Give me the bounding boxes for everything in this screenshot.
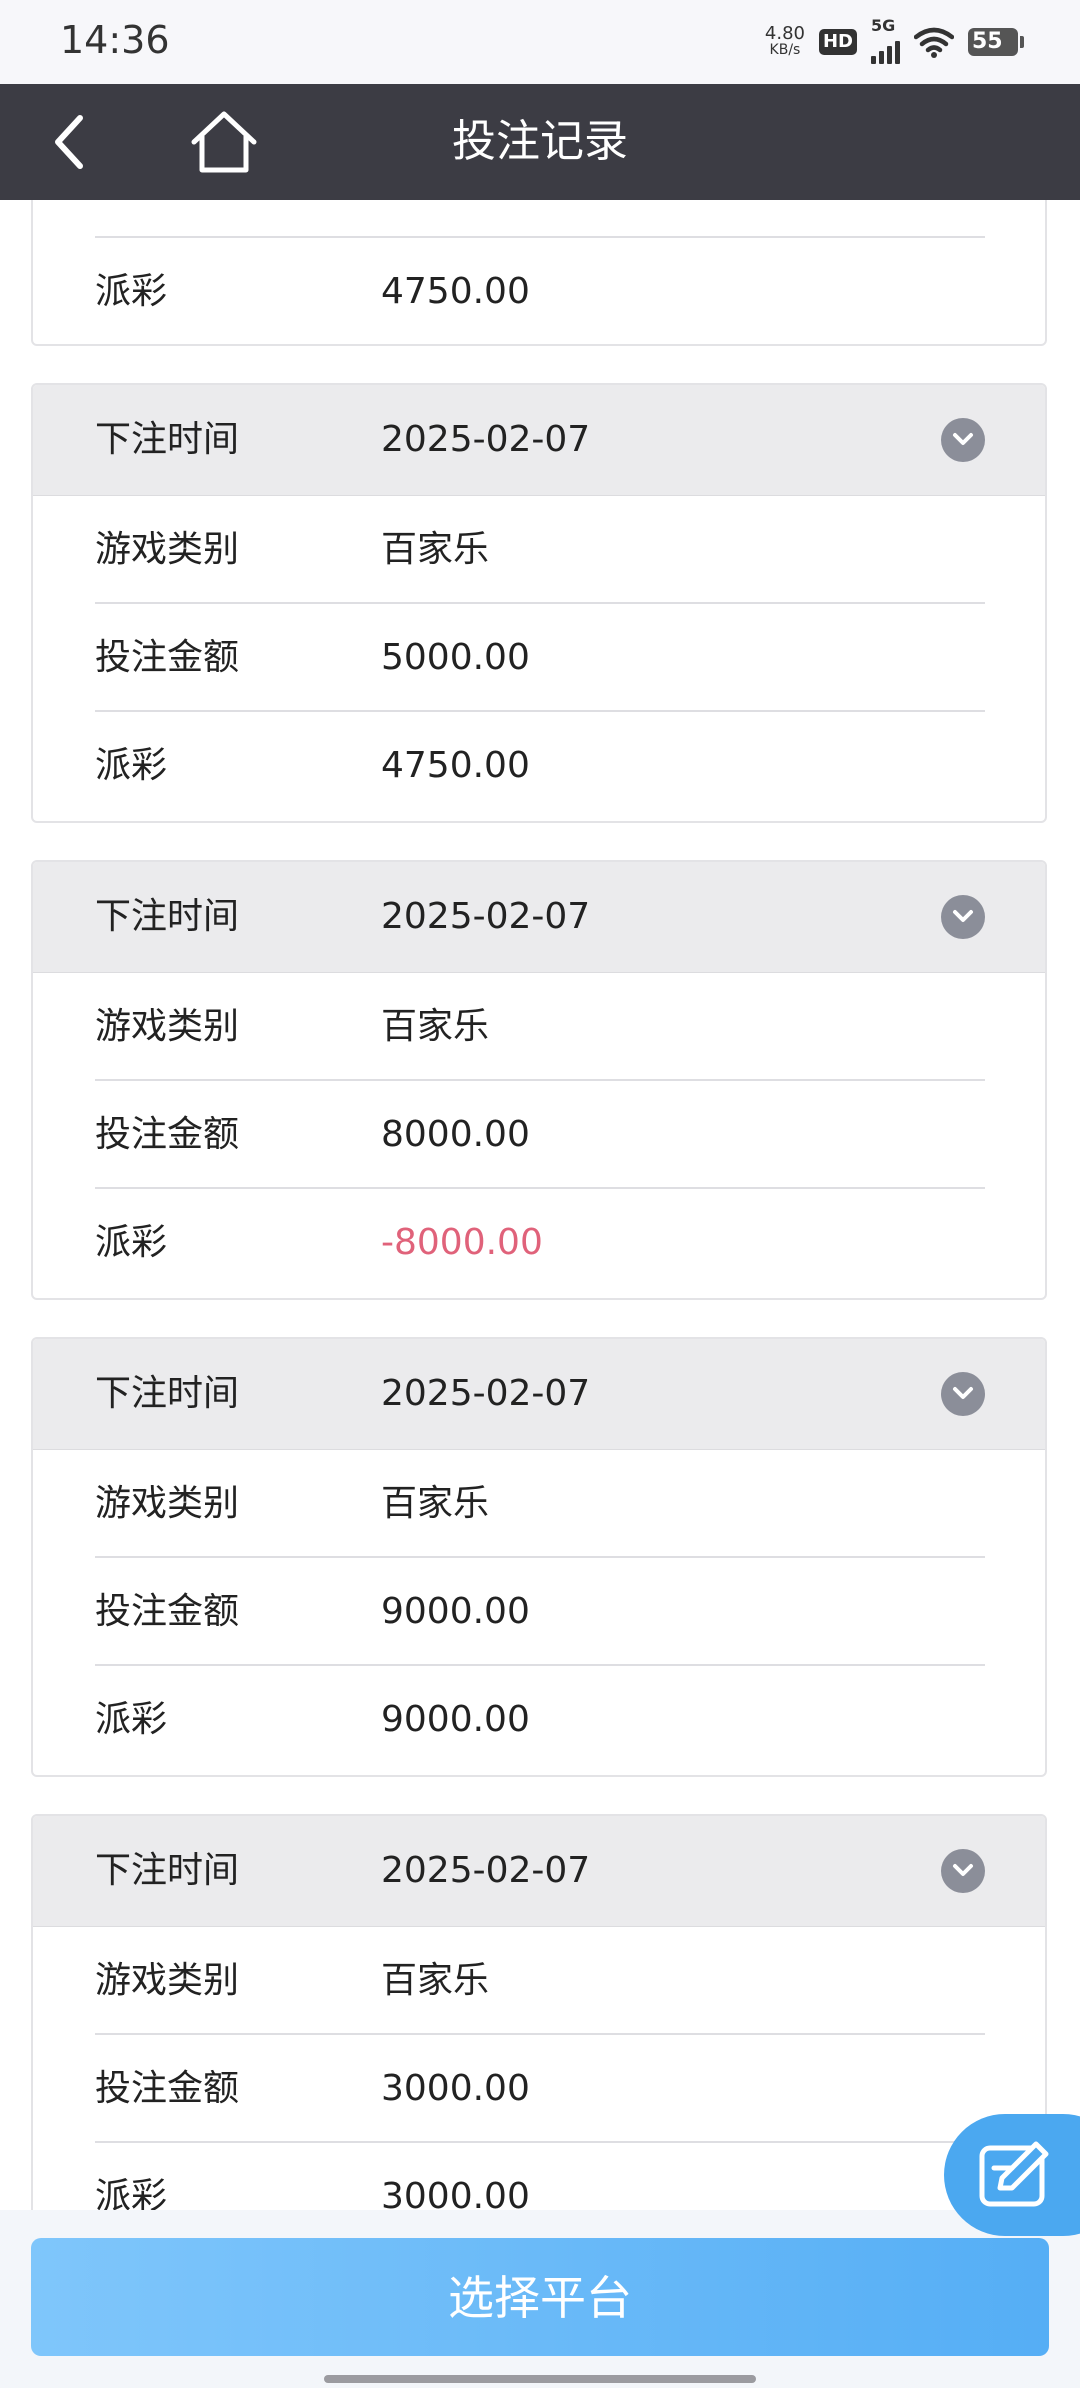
- record-row-payout: 派彩 4750.00: [33, 712, 1045, 820]
- bet-amount-label: 投注金额: [95, 1591, 240, 1632]
- bet-time-value: 2025-02-07: [381, 896, 591, 937]
- edit-icon: [979, 2141, 1049, 2207]
- select-platform-button[interactable]: 选择平台: [31, 2238, 1049, 2356]
- payout-value: 3000.00: [381, 2176, 530, 2210]
- bet-time-label: 下注时间: [95, 419, 240, 460]
- bet-amount-label: 投注金额: [95, 637, 240, 678]
- bet-time-value: 2025-02-07: [381, 1850, 591, 1891]
- record-row-amount: 投注金额 5000.00: [33, 604, 1045, 712]
- back-button[interactable]: [44, 112, 104, 172]
- game-type-label: 游戏类别: [95, 1006, 240, 1047]
- bet-amount-value: 3000.00: [381, 2068, 530, 2109]
- record-row-game: 游戏类别 百家乐: [33, 1927, 1045, 2035]
- bet-amount-value: 9000.00: [381, 1591, 530, 1632]
- record-card-header[interactable]: 下注时间 2025-02-07: [33, 862, 1045, 973]
- payout-value-negative: -8000.00: [381, 1222, 543, 1263]
- bet-time-label: 下注时间: [95, 1373, 240, 1414]
- record-card: 下注时间 2025-02-07 游戏类别 百家乐 投注金额 9000.00 派彩…: [31, 1337, 1047, 1777]
- status-icons: 4.80 KB/s HD 5G 55: [765, 16, 1024, 64]
- edit-fab-button[interactable]: [944, 2114, 1080, 2236]
- record-card-partial: 派彩 4750.00: [31, 200, 1047, 346]
- record-card: 下注时间 2025-02-07 游戏类别 百家乐 投注金额 5000.00 派彩…: [31, 383, 1047, 823]
- page-title: 投注记录: [452, 116, 628, 167]
- nav-bar: 投注记录: [0, 84, 1080, 200]
- network-speed-unit: KB/s: [769, 42, 801, 58]
- record-row-game: 游戏类别 百家乐: [33, 1450, 1045, 1558]
- game-type-value: 百家乐: [381, 1006, 490, 1047]
- record-row-payout: 派彩 4750.00: [33, 238, 1045, 344]
- record-row-amount: 投注金额 9000.00: [33, 1558, 1045, 1666]
- battery-level: 55: [968, 28, 1018, 56]
- bet-amount-value: 5000.00: [381, 637, 530, 678]
- record-row-game: 游戏类别 百家乐: [33, 496, 1045, 604]
- chevron-down-icon[interactable]: [941, 1849, 985, 1893]
- bet-time-label: 下注时间: [95, 1850, 240, 1891]
- chevron-down-icon[interactable]: [941, 1372, 985, 1416]
- bet-amount-label: 投注金额: [95, 1114, 240, 1155]
- record-card: 下注时间 2025-02-07 游戏类别 百家乐 投注金额 3000.00 派彩…: [31, 1814, 1047, 2210]
- home-button[interactable]: [188, 106, 260, 178]
- payout-label: 派彩: [95, 1222, 168, 1263]
- network-speed: 4.80 KB/s: [765, 25, 805, 59]
- record-row-amount: 投注金额 3000.00: [33, 2035, 1045, 2143]
- record-list[interactable]: 派彩 4750.00 下注时间 2025-02-07 游戏类别 百家乐 投注金额…: [0, 200, 1080, 2210]
- home-icon: [191, 111, 257, 173]
- chevron-down-icon[interactable]: [941, 418, 985, 462]
- battery-icon: 55: [968, 28, 1024, 56]
- game-type-value: 百家乐: [381, 1483, 490, 1524]
- game-type-label: 游戏类别: [95, 1483, 240, 1524]
- record-row-partial-top: [33, 200, 1045, 238]
- home-indicator[interactable]: [324, 2375, 756, 2383]
- payout-label: 派彩: [95, 271, 168, 312]
- record-row-payout: 派彩 3000.00: [33, 2143, 1045, 2210]
- payout-label: 派彩: [95, 1699, 168, 1740]
- payout-label: 派彩: [95, 745, 168, 786]
- bet-time-value: 2025-02-07: [381, 419, 591, 460]
- status-bar: 14:36 4.80 KB/s HD 5G 55: [0, 0, 1080, 84]
- record-card-header[interactable]: 下注时间 2025-02-07: [33, 385, 1045, 496]
- game-type-label: 游戏类别: [95, 1960, 240, 2001]
- payout-value: 9000.00: [381, 1699, 530, 1740]
- bet-time-label: 下注时间: [95, 896, 240, 937]
- network-speed-value: 4.80: [764, 23, 805, 44]
- chevron-down-icon[interactable]: [941, 895, 985, 939]
- back-arrow-icon: [55, 115, 83, 169]
- bet-amount-label: 投注金额: [95, 2068, 240, 2109]
- hd-icon: HD: [818, 29, 857, 55]
- network-type-label: 5G: [871, 16, 896, 35]
- payout-value: 4750.00: [381, 271, 530, 312]
- cellular-signal-icon: 5G: [871, 16, 900, 64]
- game-type-value: 百家乐: [381, 1960, 490, 2001]
- record-row-amount: 投注金额 8000.00: [33, 1081, 1045, 1189]
- game-type-value: 百家乐: [381, 529, 490, 570]
- wifi-icon: [914, 27, 954, 58]
- record-row-game: 游戏类别 百家乐: [33, 973, 1045, 1081]
- record-card-header[interactable]: 下注时间 2025-02-07: [33, 1816, 1045, 1927]
- bet-amount-value: 8000.00: [381, 1114, 530, 1155]
- payout-label: 派彩: [95, 2176, 168, 2210]
- game-type-label: 游戏类别: [95, 529, 240, 570]
- record-row-payout: 派彩 9000.00: [33, 1666, 1045, 1774]
- status-time: 14:36: [60, 18, 170, 62]
- bet-time-value: 2025-02-07: [381, 1373, 591, 1414]
- record-row-payout: 派彩 -8000.00: [33, 1189, 1045, 1297]
- record-card: 下注时间 2025-02-07 游戏类别 百家乐 投注金额 8000.00 派彩…: [31, 860, 1047, 1300]
- payout-value: 4750.00: [381, 745, 530, 786]
- record-card-header[interactable]: 下注时间 2025-02-07: [33, 1339, 1045, 1450]
